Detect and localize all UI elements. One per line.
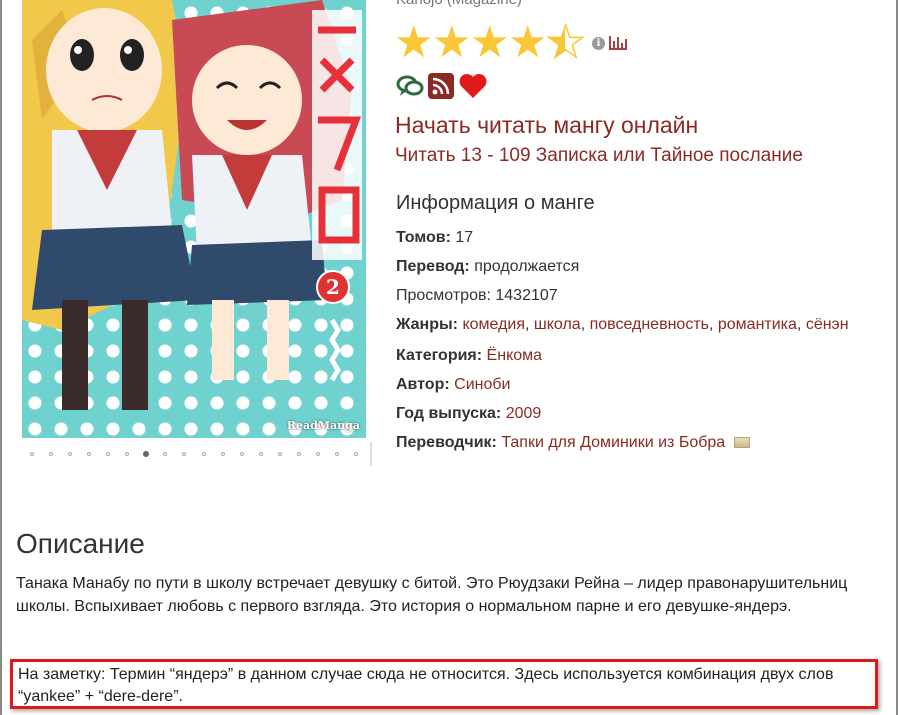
- carousel-dot[interactable]: [79, 448, 98, 460]
- translator-label: Переводчик:: [396, 434, 497, 451]
- publisher-line: Kanojo (Magazine): [396, 0, 522, 8]
- genres-list: комедия, школа, повседневность, романтик…: [462, 316, 848, 333]
- carousel-dot[interactable]: [137, 448, 156, 460]
- continue-reading-link[interactable]: Читать 13 - 109 Записка или Тайное посла…: [395, 145, 803, 167]
- translation-label: Перевод:: [396, 258, 470, 275]
- year-label: Год выпуска:: [396, 405, 502, 422]
- heart-icon[interactable]: [458, 72, 488, 100]
- message-icon[interactable]: [733, 437, 750, 449]
- author-link[interactable]: Синоби: [454, 376, 510, 393]
- page-border-left: [0, 0, 2, 715]
- description-heading: Описание: [16, 528, 145, 559]
- info-row-translator: Переводчик: Тапки для Доминики из Бобра: [396, 433, 866, 453]
- carousel-dot[interactable]: [347, 448, 366, 460]
- half-star-icon[interactable]: ★: [545, 17, 586, 68]
- carousel-dot[interactable]: [41, 448, 60, 460]
- manga-info-list: Томов: 17 Перевод: продолжается Просмотр…: [396, 228, 866, 462]
- carousel-dot[interactable]: [328, 448, 347, 460]
- genre-separator: ,: [708, 316, 718, 333]
- carousel-dot[interactable]: [270, 448, 289, 460]
- views-label: Просмотров:: [396, 287, 491, 304]
- description-text: Танака Манабу по пути в школу встречает …: [16, 575, 848, 615]
- genre-separator: ,: [525, 316, 534, 333]
- carousel-dot[interactable]: [194, 448, 213, 460]
- star-icon[interactable]: ★: [432, 18, 471, 68]
- carousel-dot[interactable]: [60, 448, 79, 460]
- translator-link[interactable]: Тапки для Доминики из Бобра: [501, 434, 725, 451]
- info-row-genres: Жанры: комедия, школа, повседневность, р…: [396, 315, 866, 335]
- volume-badge: 2: [316, 270, 350, 304]
- carousel-dot[interactable]: [175, 448, 194, 460]
- star-icon[interactable]: ★: [470, 18, 509, 68]
- manga-cover-image[interactable]: 2 ReadManga: [22, 0, 366, 438]
- translation-value: продолжается: [474, 258, 580, 275]
- info-row-year: Год выпуска: 2009: [396, 404, 866, 424]
- info-icon[interactable]: i: [592, 36, 605, 50]
- genres-label: Жанры:: [396, 316, 458, 333]
- carousel-dot[interactable]: [213, 448, 232, 460]
- carousel-dot[interactable]: [309, 448, 328, 460]
- carousel-dot[interactable]: [232, 448, 251, 460]
- cover-illustration: [22, 0, 362, 410]
- genre-link[interactable]: романтика: [718, 316, 797, 333]
- volumes-value: 17: [455, 229, 474, 246]
- star-icon[interactable]: ★: [394, 18, 433, 68]
- volumes-label: Томов:: [396, 229, 451, 246]
- genre-link[interactable]: комедия: [462, 316, 525, 333]
- carousel-divider: [370, 442, 372, 466]
- info-row-translation: Перевод: продолжается: [396, 257, 866, 277]
- info-heading: Информация о манге: [396, 192, 595, 214]
- comments-icon[interactable]: [396, 74, 424, 98]
- carousel-dot[interactable]: [251, 448, 270, 460]
- author-label: Автор:: [396, 376, 450, 393]
- views-value: 1432107: [495, 287, 558, 304]
- info-row-category: Категория: Ёнкома: [396, 346, 866, 366]
- carousel-dot[interactable]: [156, 448, 175, 460]
- category-link[interactable]: Ёнкома: [487, 347, 543, 364]
- rss-icon[interactable]: [428, 73, 454, 99]
- bar-chart-icon[interactable]: [609, 36, 627, 50]
- carousel-dot[interactable]: [22, 448, 41, 460]
- category-label: Категория:: [396, 347, 483, 364]
- info-row-volumes: Томов: 17: [396, 228, 866, 248]
- genre-separator: ,: [796, 316, 806, 333]
- action-icons: [396, 72, 488, 100]
- cover-watermark: ReadManga: [286, 419, 360, 432]
- year-link[interactable]: 2009: [506, 405, 542, 422]
- star-icon[interactable]: ★: [508, 18, 547, 68]
- genre-link[interactable]: школа: [534, 316, 581, 333]
- carousel-dot[interactable]: [118, 448, 137, 460]
- note-highlight-box: На заметку: Термин “яндерэ” в данном слу…: [10, 659, 878, 709]
- info-row-views: Просмотров: 1432107: [396, 286, 866, 306]
- info-row-author: Автор: Синоби: [396, 375, 866, 395]
- carousel-dot[interactable]: [290, 448, 309, 460]
- genre-link[interactable]: повседневность: [590, 316, 709, 333]
- rating-widget[interactable]: ★ ★ ★ ★ ★ i: [394, 17, 627, 68]
- carousel-dot[interactable]: [98, 448, 117, 460]
- cover-carousel-dots: [22, 448, 366, 460]
- genre-separator: ,: [580, 316, 590, 333]
- start-reading-link[interactable]: Начать читать мангу онлайн: [395, 112, 698, 139]
- genre-link[interactable]: сёнэн: [806, 316, 849, 333]
